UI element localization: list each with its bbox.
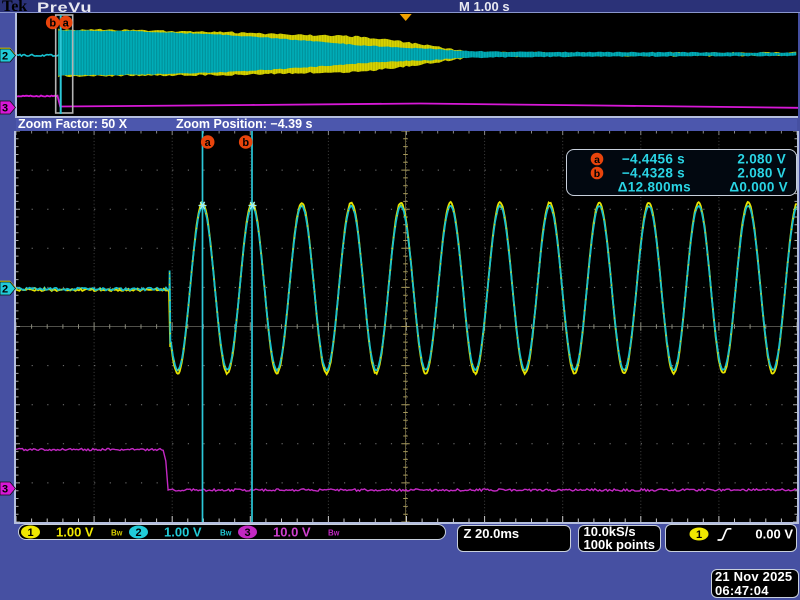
svg-text:a: a	[205, 137, 212, 149]
svg-text:Δ0.000 V: Δ0.000 V	[729, 180, 788, 195]
svg-text:2.080 V: 2.080 V	[737, 166, 786, 181]
svg-text:b: b	[594, 168, 600, 180]
svg-text:2: 2	[135, 527, 141, 539]
svg-text:b: b	[242, 137, 249, 149]
svg-text:a: a	[594, 154, 600, 166]
svg-text:−4.4328 s: −4.4328 s	[622, 166, 685, 181]
svg-text:1.00 V: 1.00 V	[56, 524, 94, 539]
svg-text:3: 3	[2, 103, 8, 115]
svg-text:1: 1	[696, 529, 702, 541]
svg-text:−4.4456 s: −4.4456 s	[622, 152, 685, 167]
svg-text:0.00 V: 0.00 V	[755, 527, 793, 542]
svg-text:a: a	[62, 18, 69, 30]
svg-text:2: 2	[2, 51, 8, 63]
svg-text:1.00 V: 1.00 V	[164, 524, 202, 539]
svg-text:3: 3	[244, 527, 250, 539]
svg-text:BW: BW	[220, 528, 232, 537]
svg-text:BW: BW	[328, 528, 340, 537]
svg-text:BW: BW	[111, 528, 123, 537]
svg-text:1: 1	[27, 527, 33, 539]
svg-text:b: b	[49, 18, 56, 30]
svg-text:2: 2	[2, 284, 8, 296]
svg-text:3: 3	[2, 484, 8, 496]
svg-text:Δ12.800ms: Δ12.800ms	[618, 180, 691, 195]
svg-text:2.080 V: 2.080 V	[737, 152, 786, 167]
svg-text:10.0 V: 10.0 V	[273, 524, 311, 539]
